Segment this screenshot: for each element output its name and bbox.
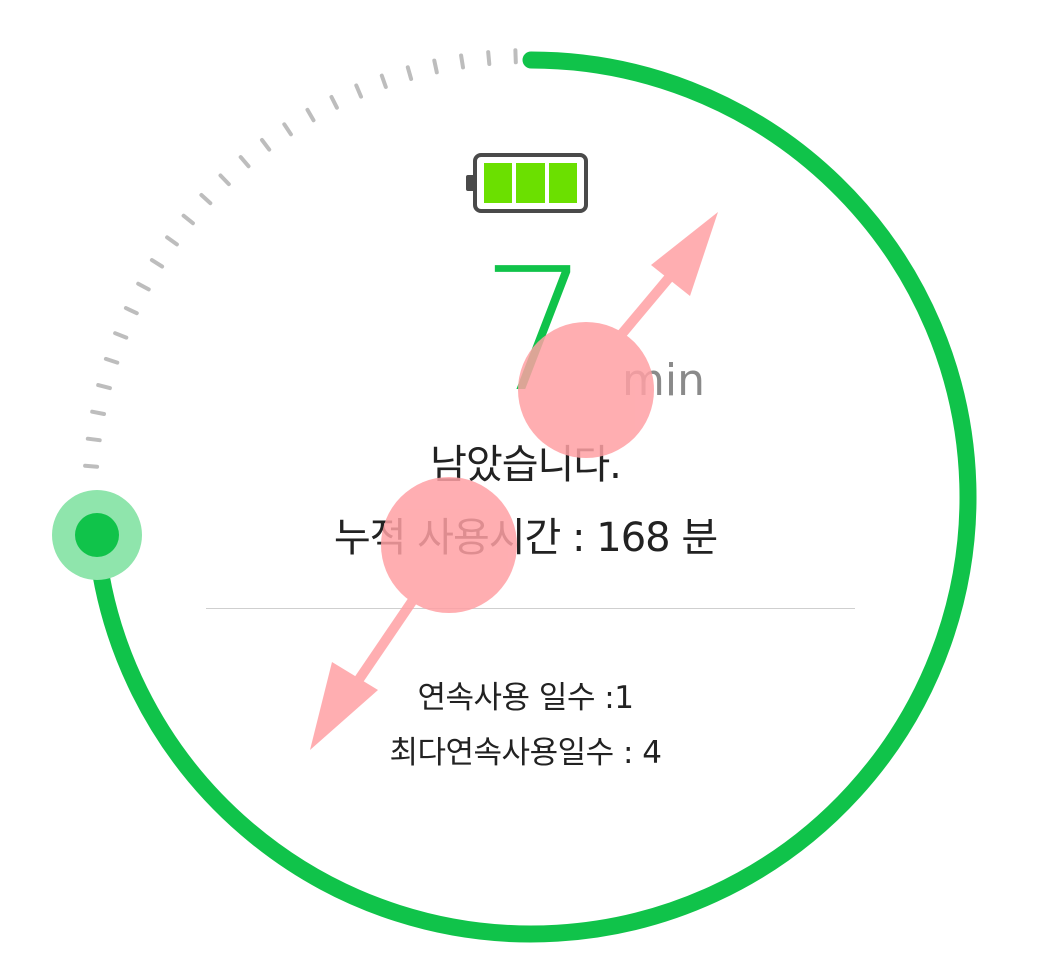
dial-tick [149,258,165,269]
battery-full-icon [466,153,588,213]
dial-tick [486,50,492,66]
dial-tick [260,138,272,152]
dial-tick [123,306,139,316]
dial-tick [199,193,213,206]
remaining-label: 남았습니다. [430,442,622,488]
remaining-minutes-value: 7 [480,232,590,430]
dial-tick [218,173,231,187]
dial-tick [181,213,195,226]
dial-tick [113,331,129,340]
max-streak-days-label: 최다연속사용일수 : [389,735,633,771]
streak-days-label: 연속사용 일수 : [417,680,615,716]
dial-tick [90,409,106,416]
streak-days-value: 1 [614,680,634,716]
cumulative-usage-value: 168 [596,515,670,561]
dial-tick [354,83,363,99]
dial-tick [103,356,120,365]
dial-tick [136,281,151,292]
cumulative-usage-label: 누적 사용시간 : [333,515,586,561]
dial-tick [165,235,179,247]
dial-tick [459,53,465,70]
dial-tick [432,58,439,75]
remaining-minutes-unit: min [622,355,705,406]
battery-cell [549,163,577,203]
dial-tick [282,122,293,137]
section-divider [206,608,855,609]
cumulative-usage-row: 누적 사용시간 : 168 분 [0,505,1051,563]
battery-cell [516,163,545,203]
max-streak-days-value: 4 [642,735,662,771]
battery-cell [484,163,512,203]
cumulative-usage-unit: 분 [681,515,718,561]
dial-tick [405,65,414,81]
dial-tick [96,383,112,391]
dial-tick [238,155,251,169]
dial-tick [379,73,388,89]
dial-tick [305,107,316,123]
max-streak-days-row: 최다연속사용일수 : 4 [0,727,1051,772]
dial-tick [329,95,339,110]
dial-tick-marks [83,48,518,469]
streak-days-row: 연속사용 일수 :1 [0,672,1051,717]
